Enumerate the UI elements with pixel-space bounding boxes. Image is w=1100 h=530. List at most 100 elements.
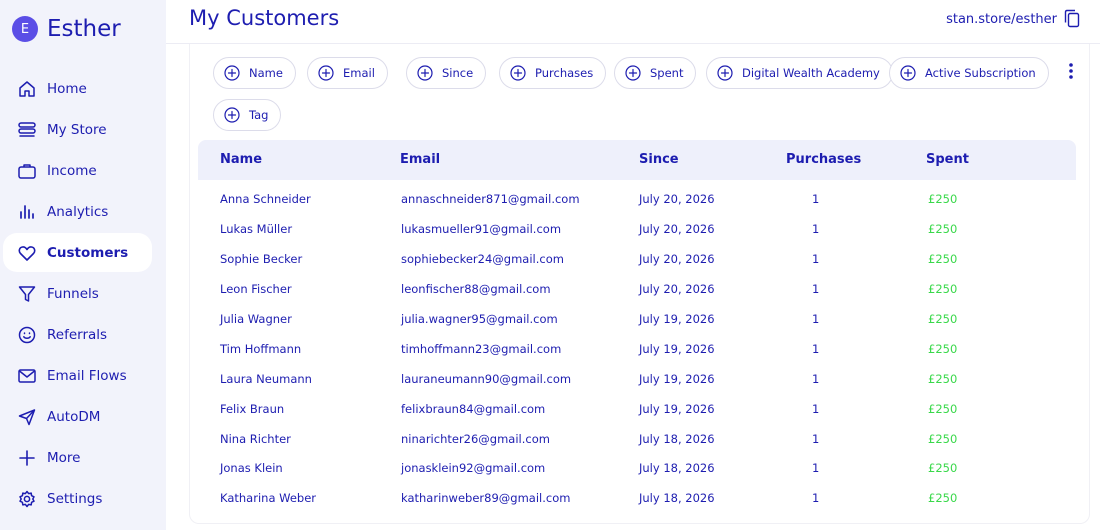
- cell-purchases: 1: [812, 192, 820, 206]
- sidebar-item-label: Funnels: [47, 285, 99, 302]
- filter-chip-digital-wealth-academy[interactable]: Digital Wealth Academy: [706, 57, 893, 89]
- sidebar-item-settings[interactable]: Settings: [0, 478, 166, 519]
- sidebar-nav: Home My Store Income Analytics Customers…: [0, 68, 166, 519]
- sidebar-item-label: Analytics: [47, 203, 109, 220]
- cell-spent: £250: [928, 461, 958, 475]
- column-header-email[interactable]: Email: [400, 152, 440, 167]
- table-row[interactable]: Tim Hoffmann timhoffmann23@gmail.com Jul…: [198, 334, 1076, 364]
- cell-purchases: 1: [812, 432, 820, 446]
- sidebar-item-autodm[interactable]: AutoDM: [0, 396, 166, 437]
- cell-spent: £250: [928, 432, 958, 446]
- funnel-icon: [18, 285, 36, 302]
- cell-name: Lukas Müller: [220, 222, 293, 236]
- table-row[interactable]: Julia Wagner julia.wagner95@gmail.com Ju…: [198, 304, 1076, 334]
- cell-name: Tim Hoffmann: [220, 342, 302, 356]
- filter-chip-tag[interactable]: Tag: [213, 99, 282, 131]
- brand[interactable]: E Esther: [12, 16, 121, 42]
- cell-spent: £250: [928, 192, 958, 206]
- filter-chip-active-subscription[interactable]: Active Subscription: [889, 57, 1049, 89]
- sidebar-item-referrals[interactable]: Referrals: [0, 314, 166, 355]
- cell-email: ninarichter26@gmail.com: [401, 432, 550, 446]
- sidebar-item-analytics[interactable]: Analytics: [0, 191, 166, 232]
- cell-purchases: 1: [812, 461, 820, 475]
- heart-icon: [18, 245, 36, 261]
- column-header-spent[interactable]: Spent: [926, 152, 969, 167]
- avatar: E: [12, 16, 38, 42]
- column-header-name[interactable]: Name: [220, 152, 262, 167]
- cell-since: July 19, 2026: [639, 372, 715, 386]
- filter-chip-email[interactable]: Email: [307, 57, 388, 89]
- filter-chip-label: Active Subscription: [925, 66, 1036, 80]
- store-link[interactable]: stan.store/esther: [946, 12, 1057, 27]
- sidebar-item-customers[interactable]: Customers: [0, 232, 166, 273]
- cell-since: July 20, 2026: [639, 282, 715, 296]
- cell-purchases: 1: [812, 252, 820, 266]
- briefcase-icon: [18, 163, 36, 179]
- sidebar-item-label: Settings: [47, 490, 103, 507]
- table-row[interactable]: Anna Schneider annaschneider871@gmail.co…: [198, 184, 1076, 214]
- cell-since: July 20, 2026: [639, 252, 715, 266]
- cell-purchases: 1: [812, 282, 820, 296]
- copy-icon[interactable]: [1064, 9, 1080, 28]
- cell-spent: £250: [928, 222, 958, 236]
- cell-since: July 20, 2026: [639, 192, 715, 206]
- filter-chip-since[interactable]: Since: [406, 57, 487, 89]
- sidebar-item-label: AutoDM: [47, 408, 101, 425]
- cell-name: Leon Fischer: [220, 282, 292, 296]
- filter-chip-name[interactable]: Name: [213, 57, 296, 89]
- filter-chip-label: Purchases: [535, 66, 594, 80]
- table-row[interactable]: Sophie Becker sophiebecker24@gmail.com J…: [198, 244, 1076, 274]
- cell-purchases: 1: [812, 402, 820, 416]
- filter-chip-spent[interactable]: Spent: [614, 57, 697, 89]
- sidebar-item-my-store[interactable]: My Store: [0, 109, 166, 150]
- filter-chip-label: Spent: [650, 66, 684, 80]
- filter-chip-label: Since: [442, 66, 474, 80]
- plus-circle-icon: [417, 65, 433, 81]
- page-title: My Customers: [189, 6, 340, 30]
- cell-email: katharinweber89@gmail.com: [401, 491, 571, 505]
- cell-spent: £250: [928, 491, 958, 505]
- cell-purchases: 1: [812, 342, 820, 356]
- cell-since: July 19, 2026: [639, 402, 715, 416]
- cell-name: Anna Schneider: [220, 192, 311, 206]
- cell-spent: £250: [928, 282, 958, 296]
- filter-chip-label: Tag: [249, 108, 269, 122]
- cell-email: annaschneider871@gmail.com: [401, 192, 580, 206]
- column-header-purchases[interactable]: Purchases: [786, 152, 861, 167]
- sidebar-item-funnels[interactable]: Funnels: [0, 273, 166, 314]
- table-row[interactable]: Felix Braun felixbraun84@gmail.com July …: [198, 394, 1076, 424]
- sidebar-item-home[interactable]: Home: [0, 68, 166, 109]
- table-row[interactable]: Jonas Klein jonasklein92@gmail.com July …: [198, 453, 1076, 483]
- table-row[interactable]: Laura Neumann lauraneumann90@gmail.com J…: [198, 364, 1076, 394]
- sidebar-item-label: My Store: [47, 121, 107, 138]
- cell-since: July 20, 2026: [639, 222, 715, 236]
- table-row[interactable]: Lukas Müller lukasmueller91@gmail.com Ju…: [198, 214, 1076, 244]
- table-row[interactable]: Katharina Weber katharinweber89@gmail.co…: [198, 483, 1076, 513]
- plus-icon: [19, 449, 35, 466]
- sidebar-item-email-flows[interactable]: Email Flows: [0, 355, 166, 396]
- cell-purchases: 1: [812, 372, 820, 386]
- plus-circle-icon: [318, 65, 334, 81]
- table-row[interactable]: Leon Fischer leonfischer88@gmail.com Jul…: [198, 274, 1076, 304]
- cell-spent: £250: [928, 312, 958, 326]
- sidebar: E Esther Home My Store Income Analytics …: [0, 0, 166, 530]
- sidebar-item-more[interactable]: More: [0, 437, 166, 478]
- sidebar-item-income[interactable]: Income: [0, 150, 166, 191]
- more-options-icon[interactable]: [1067, 62, 1075, 80]
- cell-email: julia.wagner95@gmail.com: [401, 312, 558, 326]
- filter-chip-purchases[interactable]: Purchases: [499, 57, 607, 89]
- cell-email: sophiebecker24@gmail.com: [401, 252, 564, 266]
- cell-name: Nina Richter: [220, 432, 291, 446]
- table-row[interactable]: Nina Richter ninarichter26@gmail.com Jul…: [198, 424, 1076, 454]
- brand-name: Esther: [47, 16, 121, 42]
- store-icon: [18, 121, 36, 137]
- table-header: Name Email Since Purchases Spent: [198, 140, 1076, 180]
- send-icon: [18, 408, 36, 425]
- cell-email: lukasmueller91@gmail.com: [401, 222, 562, 236]
- cell-spent: £250: [928, 252, 958, 266]
- column-header-since[interactable]: Since: [639, 152, 679, 167]
- cell-purchases: 1: [812, 491, 820, 505]
- sidebar-item-label: Referrals: [47, 326, 108, 343]
- mail-icon: [18, 368, 36, 383]
- cell-since: July 19, 2026: [639, 342, 715, 356]
